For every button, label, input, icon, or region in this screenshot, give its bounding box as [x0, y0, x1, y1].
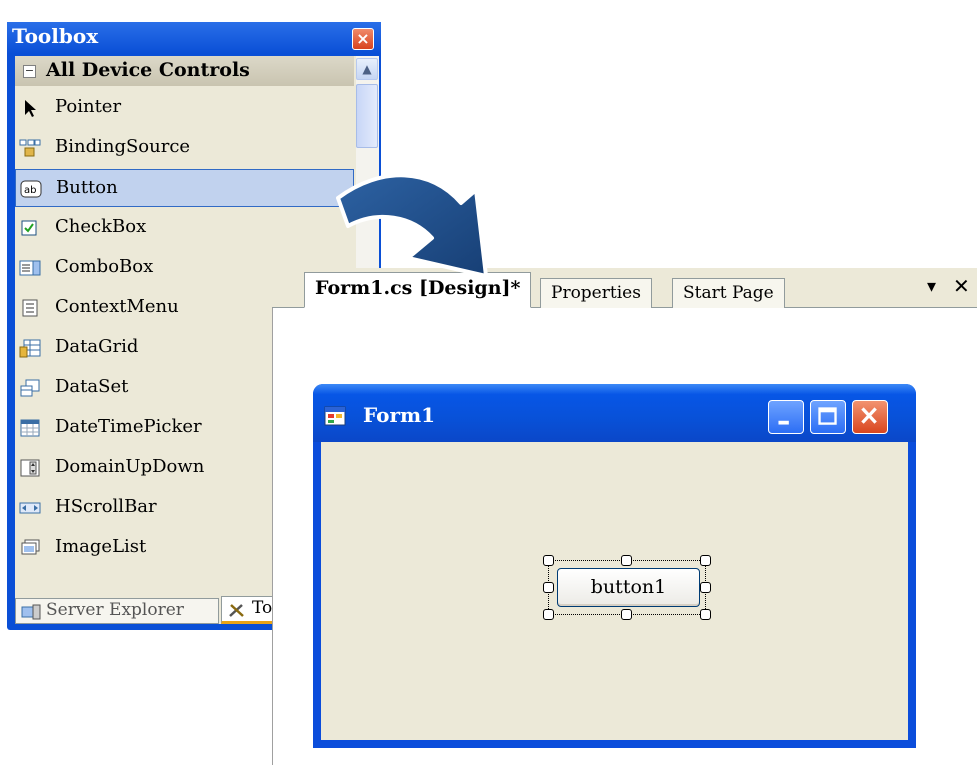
- collapse-icon[interactable]: −: [23, 65, 36, 78]
- toolbox-item-pointer[interactable]: Pointer: [15, 89, 354, 127]
- drag-arrow-icon: [336, 173, 488, 278]
- image-list-icon: [21, 539, 40, 555]
- scroll-thumb[interactable]: [356, 84, 378, 148]
- toolbox-section-title: All Device Controls: [46, 59, 250, 81]
- designer-window: Form1.cs [Design]* Properties Start Page…: [272, 268, 977, 765]
- close-icon: [861, 407, 877, 424]
- toolbox-item-label: ImageList: [55, 536, 147, 557]
- close-icon[interactable]: ×: [352, 28, 374, 50]
- pointer-icon: [25, 100, 36, 117]
- toolbox-item-label: BindingSource: [55, 136, 191, 157]
- hscrollbar-icon: [19, 502, 41, 514]
- form1-title-bar[interactable]: Form1: [313, 384, 916, 442]
- toolbox-item-label: Pointer: [55, 96, 122, 117]
- tab-properties[interactable]: Properties: [540, 278, 652, 308]
- toolbox-title-bar[interactable]: Toolbox ×: [7, 22, 381, 54]
- checkbox-icon: [21, 220, 37, 236]
- resize-handle[interactable]: [543, 582, 554, 593]
- resize-handle[interactable]: [621, 609, 632, 620]
- toolbox-item-label: ContextMenu: [55, 296, 179, 317]
- toolbox-item-label: DataGrid: [55, 336, 139, 357]
- form-icon: [324, 406, 346, 426]
- minimize-icon: [778, 420, 789, 425]
- tab-label: To: [252, 598, 273, 618]
- date-time-picker-icon: [20, 419, 40, 437]
- binding-source-icon: [19, 139, 41, 157]
- resize-handle[interactable]: [700, 582, 711, 593]
- design-surface[interactable]: Form1 button1: [272, 308, 977, 765]
- toolbox-section-header[interactable]: − All Device Controls: [15, 56, 354, 86]
- form1-title: Form1: [363, 403, 436, 427]
- context-menu-icon: [22, 299, 38, 317]
- minimize-button[interactable]: [768, 400, 804, 434]
- toolbox-item-label: Button: [56, 177, 118, 198]
- resize-handle[interactable]: [543, 609, 554, 620]
- button-icon: ab: [20, 180, 42, 198]
- tools-icon: [229, 604, 244, 617]
- resize-handle[interactable]: [543, 555, 554, 566]
- dataset-icon: [20, 379, 40, 397]
- resize-handle[interactable]: [700, 555, 711, 566]
- tab-start-page[interactable]: Start Page: [672, 278, 785, 308]
- toolbox-item-label: ComboBox: [55, 256, 154, 277]
- toolbox-item-button[interactable]: ab Button: [15, 169, 354, 207]
- data-grid-icon: [19, 339, 41, 358]
- form1-window[interactable]: Form1 button1: [313, 384, 916, 748]
- chevron-down-icon[interactable]: ▾: [927, 276, 936, 297]
- close-icon[interactable]: ✕: [953, 274, 970, 298]
- tab-server-explorer[interactable]: Server Explorer: [15, 598, 219, 624]
- toolbox-item-label: CheckBox: [55, 216, 147, 237]
- toolbox-item-label: DateTimePicker: [55, 416, 202, 437]
- maximize-button[interactable]: [810, 400, 846, 434]
- button1-control[interactable]: button1: [557, 568, 700, 607]
- form1-client-area[interactable]: button1: [321, 442, 908, 740]
- toolbox-item-label: HScrollBar: [55, 496, 157, 517]
- domain-up-down-icon: [20, 459, 40, 477]
- combobox-icon: [19, 260, 41, 276]
- toolbox-item-label: DomainUpDown: [55, 456, 205, 477]
- toolbox-item-label: DataSet: [55, 376, 129, 397]
- server-explorer-icon: [21, 604, 41, 620]
- tab-label: Server Explorer: [46, 600, 184, 620]
- toolbox-item-bindingsource[interactable]: BindingSource: [15, 129, 354, 167]
- tab-toolbox[interactable]: To: [221, 596, 277, 624]
- scroll-up-icon[interactable]: ▲: [356, 58, 378, 80]
- svg-text:ab: ab: [24, 185, 36, 196]
- maximize-icon: [818, 407, 837, 425]
- resize-handle[interactable]: [621, 555, 632, 566]
- toolbox-title: Toolbox: [12, 24, 99, 48]
- toolbox-item-checkbox[interactable]: CheckBox: [15, 209, 354, 247]
- resize-handle[interactable]: [700, 609, 711, 620]
- close-button[interactable]: [852, 400, 888, 434]
